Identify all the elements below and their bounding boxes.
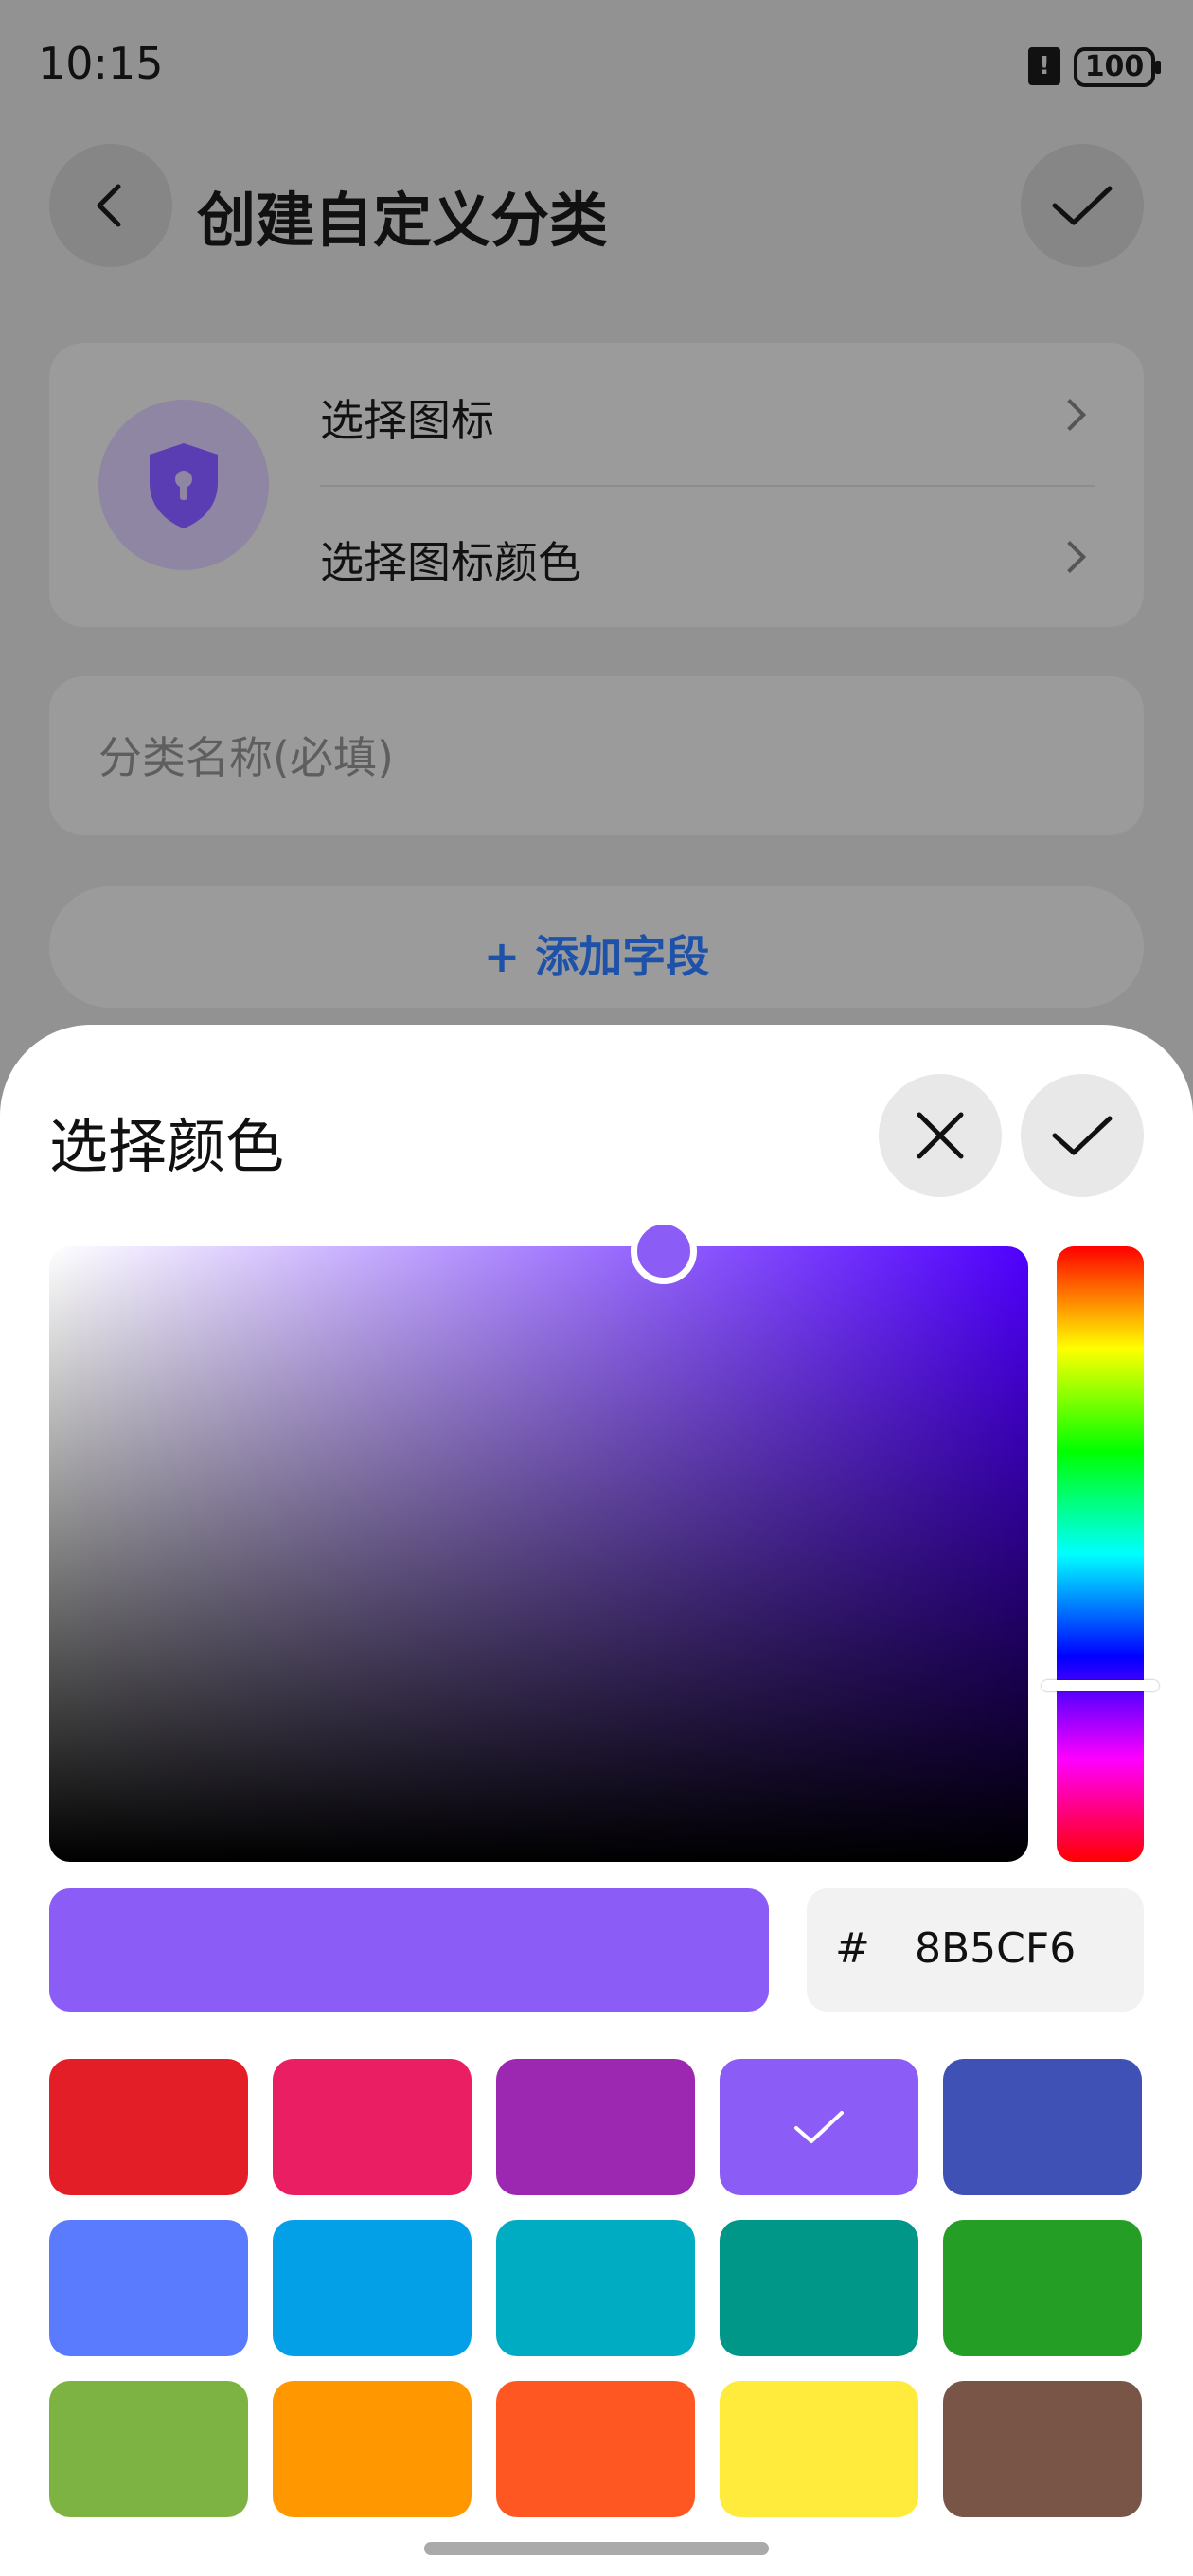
category-name-field[interactable]: 分类名称(必填) (49, 676, 1144, 835)
close-icon (917, 1112, 964, 1159)
battery-icon: 100 (1074, 47, 1161, 87)
hue-slider-handle[interactable] (1042, 1680, 1159, 1691)
choose-icon-label: 选择图标 (320, 395, 494, 446)
color-swatch[interactable] (943, 2059, 1142, 2195)
saturation-value-panel[interactable] (49, 1218, 1028, 1862)
color-swatch[interactable] (943, 2381, 1142, 2517)
divider (320, 485, 1095, 487)
cancel-button[interactable] (879, 1074, 1002, 1197)
icon-settings-card: 选择图标 选择图标颜色 (49, 343, 1144, 627)
color-swatch[interactable] (496, 2381, 695, 2517)
hex-input[interactable]: # 8B5CF6 (807, 1888, 1144, 2012)
hex-value: 8B5CF6 (915, 1924, 1077, 1973)
sheet-title: 选择颜色 (49, 1112, 285, 1181)
add-field-button[interactable]: + 添加字段 (49, 886, 1144, 1008)
back-button[interactable] (49, 144, 172, 267)
status-time: 10:15 (38, 38, 164, 89)
chevron-right-icon (1054, 399, 1086, 431)
color-swatch[interactable] (496, 2059, 695, 2195)
preset-swatches (49, 2059, 1144, 2517)
chevron-left-icon (97, 184, 121, 227)
saturation-value-handle[interactable] (631, 1218, 697, 1284)
check-icon (1052, 186, 1113, 225)
chevron-right-icon (1054, 541, 1086, 573)
hex-prefix: # (835, 1924, 870, 1973)
color-swatch[interactable] (49, 2059, 248, 2195)
color-swatch[interactable] (273, 2220, 472, 2356)
color-swatch[interactable] (720, 2220, 918, 2356)
home-indicator (424, 2542, 769, 2555)
add-field-label: + 添加字段 (483, 931, 710, 982)
page-title: 创建自定义分类 (197, 186, 609, 255)
color-picker-sheet: 选择颜色 # 8B5CF6 (0, 1025, 1193, 2576)
color-swatch[interactable] (720, 2381, 918, 2517)
choose-icon-color-label: 选择图标颜色 (320, 537, 581, 588)
color-swatch[interactable] (49, 2220, 248, 2356)
color-swatch[interactable] (273, 2381, 472, 2517)
category-name-placeholder: 分类名称(必填) (98, 732, 394, 783)
color-preview (49, 1888, 769, 2012)
icon-preview[interactable] (98, 400, 269, 570)
color-swatch[interactable] (273, 2059, 472, 2195)
apply-color-button[interactable] (1021, 1074, 1144, 1197)
color-swatch[interactable] (496, 2220, 695, 2356)
confirm-button[interactable] (1021, 144, 1144, 267)
color-swatch[interactable] (49, 2381, 248, 2517)
shield-lock-icon (150, 443, 218, 528)
color-swatch[interactable] (943, 2220, 1142, 2356)
check-icon (794, 2111, 844, 2143)
color-swatch[interactable] (720, 2059, 918, 2195)
hue-slider[interactable] (1042, 1246, 1159, 1862)
sim-alert-icon: ! (1028, 47, 1060, 85)
check-icon (1052, 1116, 1113, 1155)
